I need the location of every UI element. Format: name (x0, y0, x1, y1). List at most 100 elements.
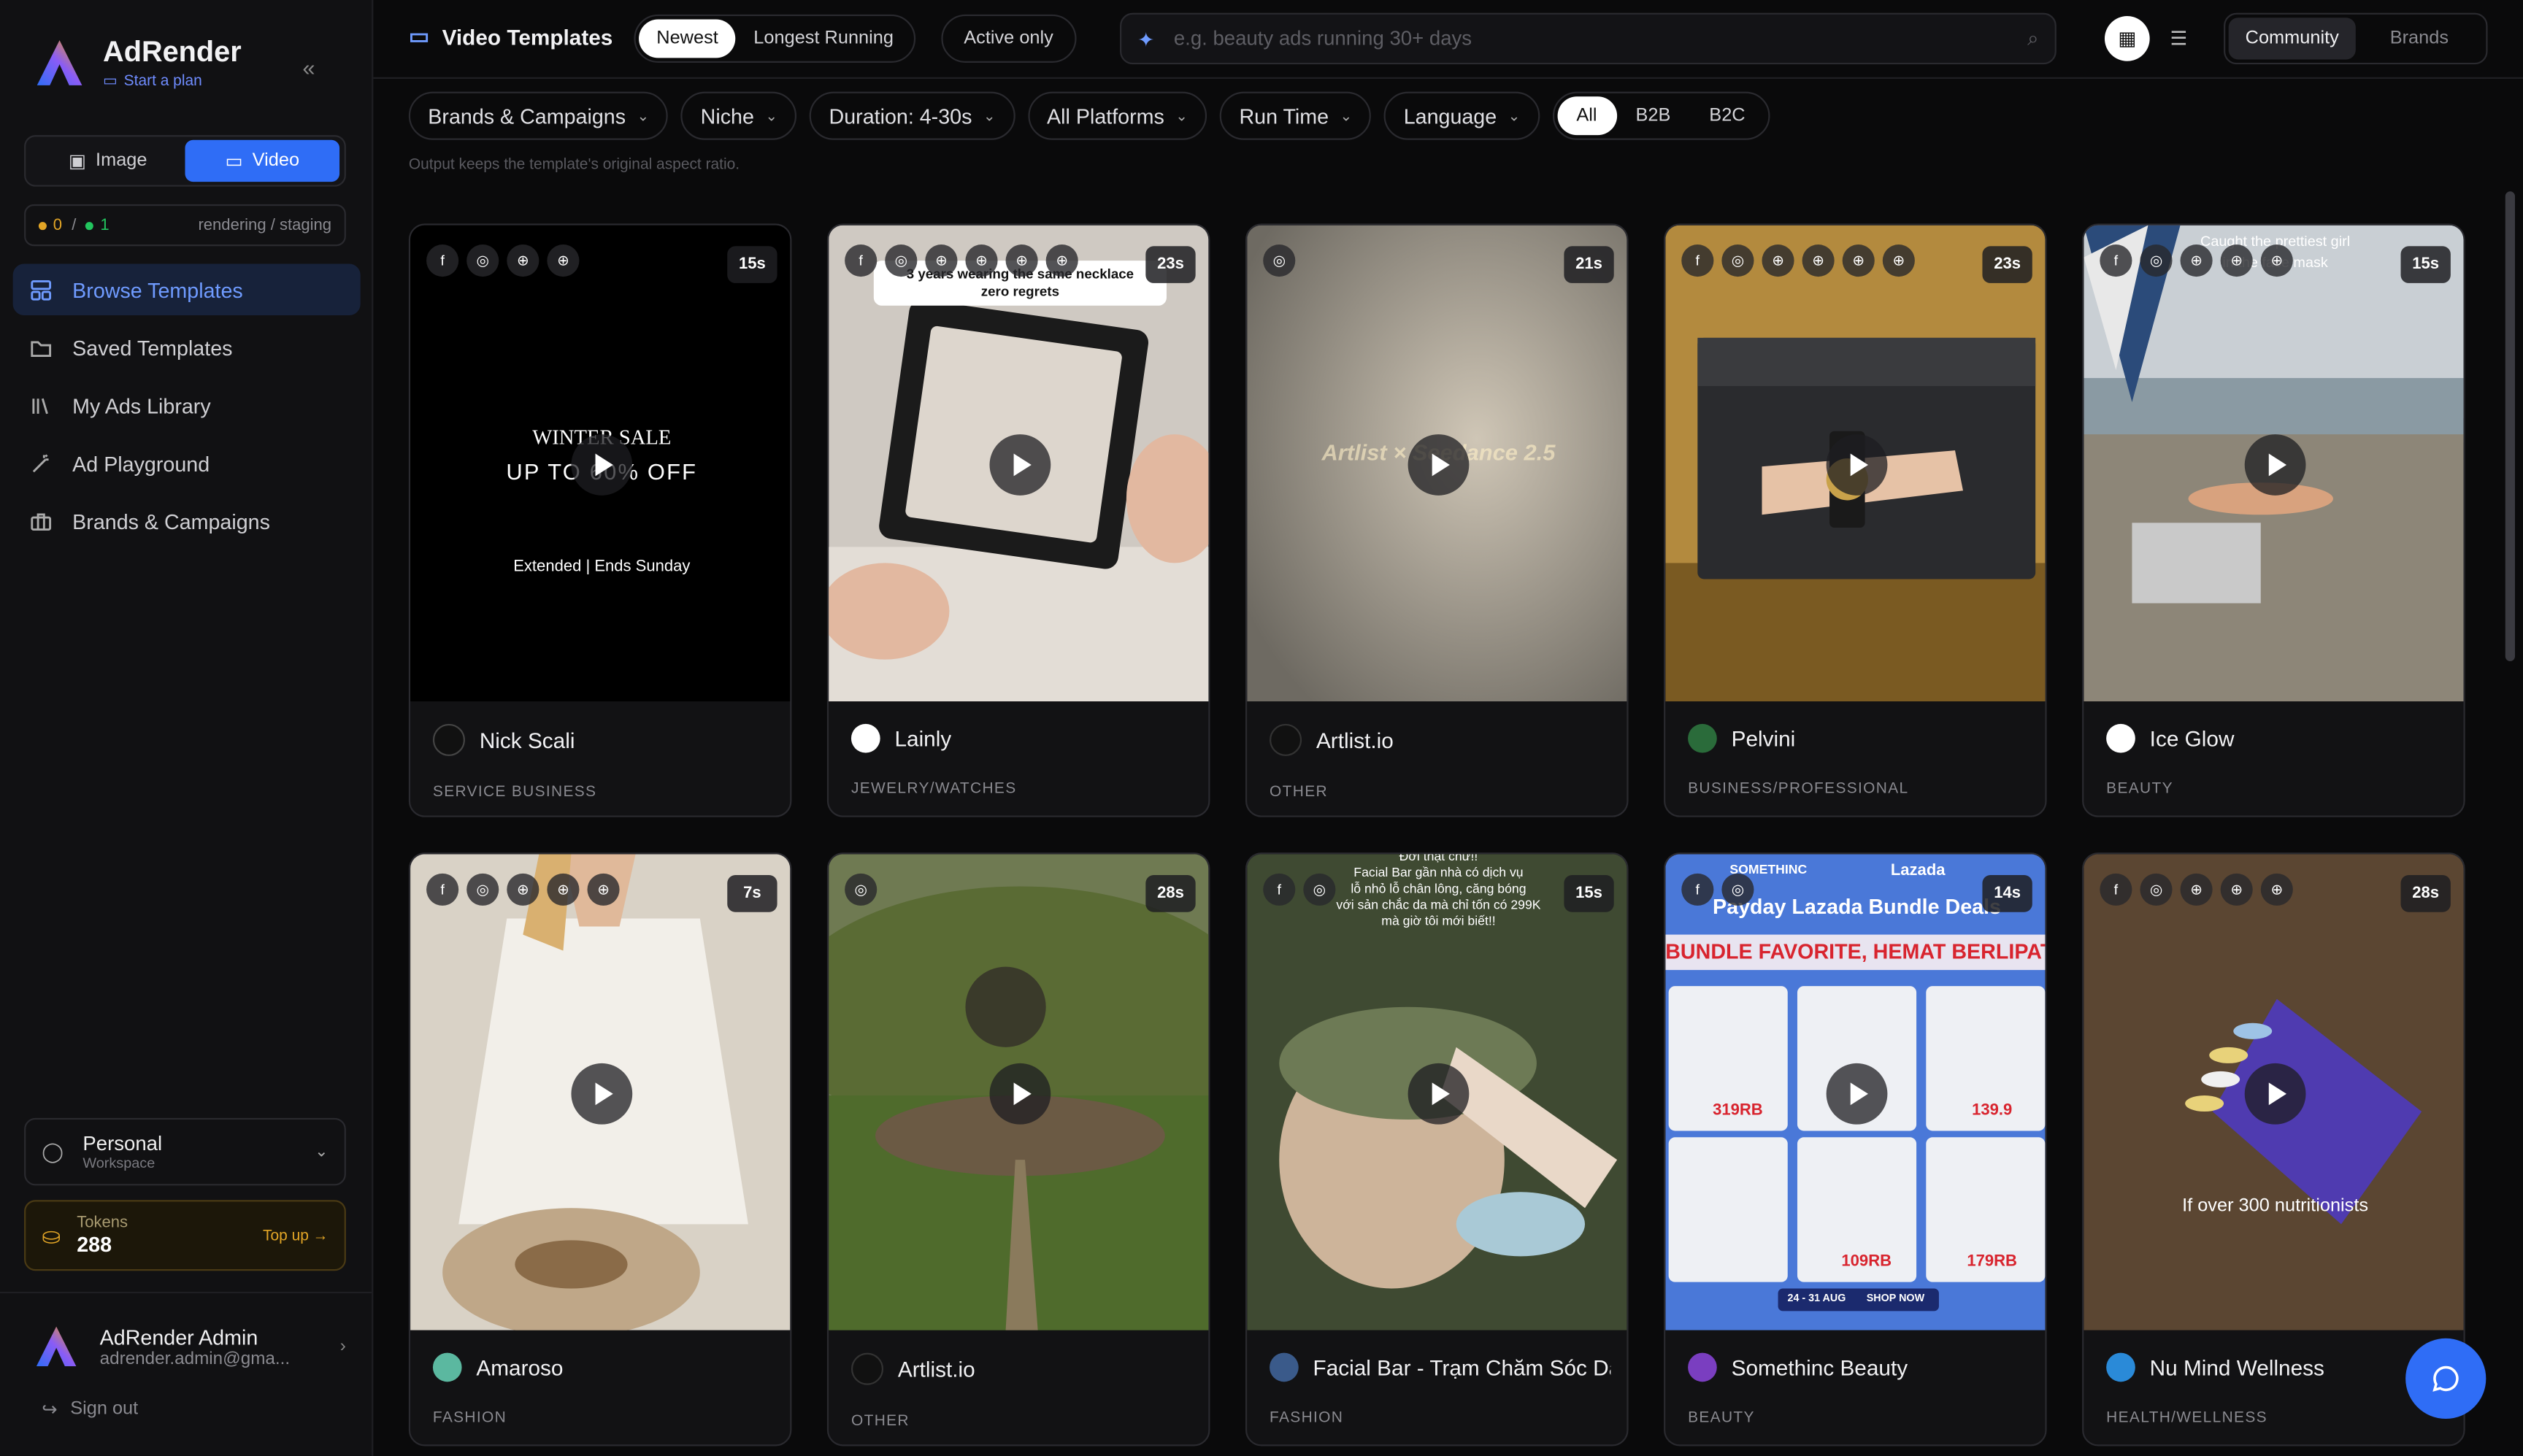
language-filter[interactable]: Language ⌄ (1384, 91, 1540, 140)
advertiser-name: Somethinc Beauty (1731, 1355, 1908, 1380)
coins-icon: ⛀ (42, 1222, 61, 1248)
grid-view-icon[interactable]: ▦ (2104, 16, 2150, 61)
niche-label: BEAUTY (2106, 779, 2173, 798)
audience-toggle: All B2B B2C (1552, 91, 1770, 140)
instagram-icon: ◎ (2140, 873, 2173, 906)
video-thumbnail[interactable]: WINTER SALE UP TO 60% OFF Extended | End… (410, 225, 791, 701)
video-thumbnail[interactable]: SOMETHINC Lazada Payday Lazada Bundle De… (1665, 854, 2046, 1330)
template-card[interactable]: Đời thật chứ!! Facial Bar gần nhà có dịc… (1245, 852, 1629, 1447)
play-icon[interactable] (989, 1063, 1051, 1125)
magic-wand-icon (32, 453, 49, 472)
template-card[interactable]: Artlist × Seedance 2.5 ◎ 21s Artlist.io … (1245, 223, 1629, 817)
list-view-icon[interactable]: ☰ (2156, 16, 2201, 61)
template-card[interactable]: f ◎ ⊕ ⊕ ⊕ ⊕ 23s Pelvini BUSINESS/PROFESS… (1664, 223, 2047, 817)
video-thumbnail[interactable]: If over 300 nutritionists f ◎ ⊕ ⊕ ⊕ 28s (2084, 854, 2464, 1330)
duration-badge: 7s (727, 875, 777, 912)
brand-header[interactable]: AdRender ▭ Start a plan (32, 35, 242, 90)
video-thumbnail[interactable]: ◎ 28s (829, 854, 1209, 1330)
duration-filter[interactable]: Duration: 4-30s ⌄ (810, 91, 1015, 140)
sort-newest[interactable]: Newest (639, 19, 737, 58)
done-dot-icon (85, 221, 94, 230)
sidebar-item-my-ads-library[interactable]: My Ads Library (13, 380, 361, 431)
sidebar-item-ad-playground[interactable]: Ad Playground (13, 438, 361, 490)
run-time-filter[interactable]: Run Time ⌄ (1220, 91, 1372, 140)
template-card[interactable]: If over 300 nutritionists f ◎ ⊕ ⊕ ⊕ 28s … (2082, 852, 2465, 1447)
audience-b2c[interactable]: B2C (1690, 96, 1764, 135)
advertiser-logo (432, 1352, 462, 1382)
workspace-switcher[interactable]: ◯ Personal Workspace ⌄ (24, 1117, 346, 1186)
video-thumbnail[interactable]: Đời thật chứ!! Facial Bar gần nhà có dịc… (1247, 854, 1627, 1330)
user-name: AdRender Admin (99, 1325, 258, 1349)
sparkle-icon: ✦ (1137, 28, 1155, 51)
niche-label: BUSINESS/PROFESSIONAL (1688, 779, 1909, 798)
niche-label: HEALTH/WELLNESS (2106, 1409, 2267, 1428)
queued-count: 0 (53, 216, 62, 234)
collapse-sidebar-icon[interactable]: « (302, 55, 315, 80)
video-thumbnail[interactable]: f ◎ ⊕ ⊕ ⊕ 7s (410, 854, 791, 1330)
duration-badge: 23s (1982, 246, 2032, 283)
sidebar-item-browse-templates[interactable]: Browse Templates (12, 263, 361, 316)
active-only-toggle[interactable]: Active only (941, 14, 1076, 63)
done-count: 1 (100, 216, 110, 234)
template-card[interactable]: f ◎ ⊕ ⊕ ⊕ 7s Amaroso FASHION (408, 852, 792, 1447)
template-card[interactable]: Caught the prettiest girl in the face ma… (2082, 223, 2465, 817)
chat-bubble-icon (2432, 1366, 2459, 1392)
template-card[interactable]: SOMETHINC Lazada Payday Lazada Bundle De… (1664, 852, 2047, 1447)
video-thumbnail[interactable]: Artlist × Seedance 2.5 ◎ 21s (1247, 225, 1627, 701)
play-icon[interactable] (2244, 1063, 2306, 1125)
niche-label: JEWELRY/WATCHES (850, 779, 1017, 798)
top-up-link[interactable]: Top up → (263, 1227, 329, 1244)
facebook-icon: f (1681, 873, 1714, 906)
audience-all[interactable]: All (1556, 96, 1617, 136)
play-icon[interactable] (571, 1063, 633, 1125)
user-profile[interactable]: AdRender Admin adrender.admin@gma... › (32, 1322, 346, 1371)
advertiser-name: Nick Scali (479, 728, 575, 752)
image-mode-button[interactable]: ▣ Image (31, 140, 185, 182)
platforms-filter[interactable]: All Platforms ⌄ (1027, 91, 1207, 140)
logout-icon: ↪ (42, 1401, 58, 1421)
video-thumbnail[interactable]: f ◎ ⊕ ⊕ ⊕ ⊕ 23s (1665, 225, 2046, 701)
duration-badge: 15s (1564, 875, 1614, 912)
search-input[interactable]: ✦ e.g. beauty ads running 30+ days ⌕ (1120, 12, 2057, 65)
niche-label: BEAUTY (1688, 1409, 1755, 1428)
play-icon[interactable] (1408, 434, 1470, 496)
play-icon[interactable] (989, 434, 1051, 496)
advertiser-logo (850, 1352, 884, 1385)
chevron-down-icon: ⌄ (1175, 107, 1188, 123)
brands-campaigns-filter[interactable]: Brands & Campaigns ⌄ (408, 91, 669, 140)
video-mode-button[interactable]: ▭ Video (185, 139, 340, 182)
audience-b2b[interactable]: B2B (1616, 96, 1690, 135)
niche-filter[interactable]: Niche ⌄ (681, 91, 797, 140)
duration-badge: 15s (727, 246, 777, 283)
play-icon[interactable] (1408, 1063, 1470, 1125)
sidebar-item-brands-campaigns[interactable]: Brands & Campaigns (13, 496, 361, 547)
template-card[interactable]: ◎ 28s Artlist.io OTHER (826, 852, 1210, 1447)
platform-icons: f ◎ (1681, 873, 1754, 906)
video-thumbnail[interactable]: Caught the prettiest girl in the face ma… (2084, 225, 2464, 701)
video-thumbnail[interactable]: 3 years wearing the same necklace zero r… (829, 225, 1209, 701)
tab-community[interactable]: Community (2228, 18, 2356, 60)
sidebar-nav: Browse Templates Saved Templates My Ads … (12, 263, 361, 553)
search-icon[interactable]: ⌕ (2027, 26, 2038, 50)
instagram-icon: ◎ (845, 873, 878, 906)
instagram-icon: ◎ (1303, 873, 1336, 906)
overlay-text: mà giờ tôi mới biết!! (1381, 913, 1496, 928)
filter-label: Niche (700, 104, 754, 128)
template-card[interactable]: 3 years wearing the same necklace zero r… (826, 223, 1210, 817)
overlay-text: BUNDLE FAVORITE, HEMAT BERLIPAT (1665, 939, 2047, 964)
duration-badge: 28s (1145, 875, 1196, 912)
template-card[interactable]: WINTER SALE UP TO 60% OFF Extended | End… (408, 223, 792, 817)
chevron-down-icon: ⌄ (315, 1143, 329, 1161)
tab-brands[interactable]: Brands (2356, 18, 2483, 59)
chat-button[interactable] (2405, 1338, 2486, 1420)
video-icon: ▭ (225, 153, 243, 172)
play-icon[interactable] (1826, 1063, 1888, 1125)
sign-out-button[interactable]: ↪ Sign out (42, 1398, 138, 1421)
sort-longest-running[interactable]: Longest Running (736, 19, 911, 58)
play-icon[interactable] (1826, 434, 1888, 496)
play-icon[interactable] (2244, 434, 2306, 496)
scrollbar[interactable] (2505, 191, 2516, 661)
start-plan-link[interactable]: ▭ Start a plan (103, 72, 242, 90)
sidebar-item-saved-templates[interactable]: Saved Templates (13, 322, 361, 374)
play-icon[interactable] (571, 434, 633, 496)
